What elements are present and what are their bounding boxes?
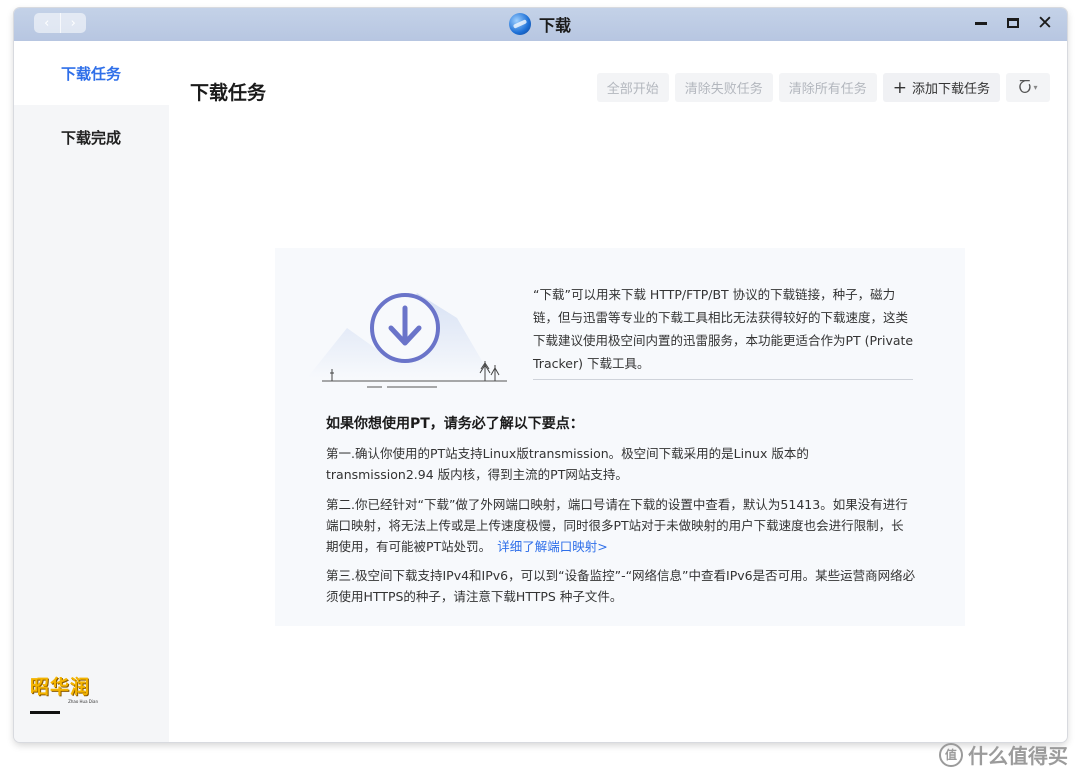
site-watermark: 值 什么值得买 — [939, 740, 1068, 769]
chevron-down-icon: ▾ — [1033, 83, 1038, 92]
start-all-button[interactable]: 全部开始 — [596, 73, 669, 102]
minimize-button[interactable] — [971, 12, 991, 34]
watermark-logo: 昭华润 Zhao Hua Dian — [30, 672, 100, 718]
section-heading: 如果你想使用PT，请务必了解以下要点： — [326, 416, 584, 432]
back-button[interactable]: ‹ — [34, 13, 60, 33]
toolbar: 全部开始 清除失败任务 清除所有任务 + 添加下载任务 Ⴀ ▾ — [596, 73, 1050, 102]
close-button[interactable]: ✕ — [1035, 12, 1055, 34]
add-task-button[interactable]: + 添加下载任务 — [882, 73, 1000, 102]
sidebar-item-label: 下载完成 — [61, 128, 122, 147]
site-logo-icon: 值 — [939, 742, 963, 767]
point-1: 第一.确认你使用的PT站支持Linux版transmission。极空间下载采用… — [326, 446, 809, 482]
app-logo-icon — [509, 13, 531, 35]
title-bar: ‹ › 下载 ✕ — [14, 8, 1067, 41]
point-2-text: 第二.你已经针对“下载”做了外网端口映射，端口号请在下载的设置中查看，默认为51… — [326, 497, 908, 554]
chevron-right-icon: › — [70, 15, 76, 31]
app-window: ‹ › 下载 ✕ 下载任务 下载完成 昭华润 Zhao Hua Dian 下载任… — [14, 8, 1067, 742]
minimize-icon — [975, 21, 987, 25]
clear-failed-button[interactable]: 清除失败任务 — [674, 73, 773, 102]
port-mapping-link[interactable]: 详细了解端口映射> — [497, 539, 607, 554]
window-controls: ✕ — [971, 12, 1055, 34]
speed-icon: Ⴀ — [1018, 78, 1032, 97]
page-title: 下载任务 — [190, 82, 267, 104]
add-task-label: 添加下载任务 — [911, 82, 990, 97]
info-card: “下载”可以用来下载 HTTP/FTP/BT 协议的下载链接，种子，磁力链，但与… — [275, 248, 965, 626]
plus-icon: + — [892, 77, 907, 98]
point-3: 第三.极空间下载支持IPv4和IPv6，可以到“设备监控”-“网络信息”中查看I… — [326, 568, 916, 604]
watermark-bar — [30, 711, 60, 714]
point-2: 第二.你已经针对“下载”做了外网端口映射，端口号请在下载的设置中查看，默认为51… — [326, 494, 916, 557]
window-title-group: 下载 — [509, 12, 571, 36]
window-title: 下载 — [539, 16, 572, 35]
sidebar-item-label: 下载任务 — [61, 64, 122, 83]
forward-button[interactable]: › — [59, 13, 87, 33]
close-icon: ✕ — [1037, 11, 1053, 34]
intro-text: “下载”可以用来下载 HTTP/FTP/BT 协议的下载链接，种子，磁力链，但与… — [533, 287, 914, 371]
nav-buttons: ‹ › — [34, 13, 86, 33]
sidebar: 下载任务 下载完成 昭华润 Zhao Hua Dian — [14, 41, 169, 742]
watermark-subtext: Zhao Hua Dian — [68, 699, 98, 704]
maximize-icon — [1007, 18, 1019, 28]
download-illustration — [307, 293, 507, 388]
watermark-text: 昭华润 — [30, 676, 91, 698]
sidebar-item-download-tasks[interactable]: 下载任务 — [14, 41, 169, 105]
maximize-button[interactable] — [1003, 12, 1023, 34]
chevron-left-icon: ‹ — [44, 15, 50, 31]
speed-limit-button[interactable]: Ⴀ ▾ — [1006, 73, 1050, 102]
main-content: 下载任务 全部开始 清除失败任务 清除所有任务 + 添加下载任务 Ⴀ ▾ “下载… — [169, 41, 1067, 742]
sidebar-item-completed[interactable]: 下载完成 — [14, 105, 169, 169]
clear-all-button[interactable]: 清除所有任务 — [778, 73, 877, 102]
divider — [533, 379, 913, 380]
site-watermark-text: 什么值得买 — [968, 744, 1068, 768]
